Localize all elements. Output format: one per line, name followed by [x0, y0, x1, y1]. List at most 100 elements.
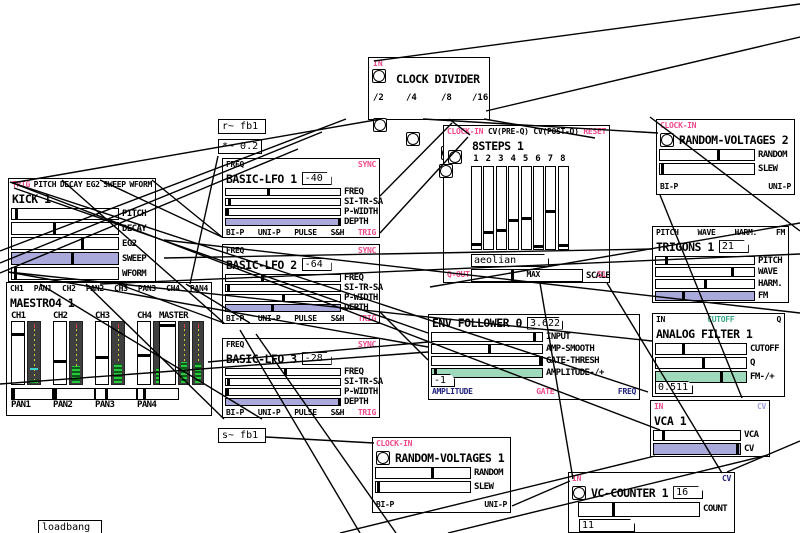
basic-lfo-2-slider-si-tr-sa[interactable]	[225, 283, 341, 292]
trigons-1-slider-knob[interactable]	[704, 280, 707, 289]
basic-lfo-1-slider-knob[interactable]	[267, 188, 271, 195]
kick-1-slider-knob[interactable]	[71, 253, 75, 265]
analog-filter-1-slider-knob[interactable]	[719, 371, 723, 382]
random-voltages-1-slider-knob[interactable]	[376, 481, 380, 492]
8steps-1-reset-bang-button[interactable]	[439, 163, 453, 178]
basic-lfo-3-slider-knob[interactable]	[227, 378, 231, 385]
random-voltages-1-slider-slew[interactable]	[375, 480, 471, 493]
maestro4-1-fader-ch4[interactable]	[137, 320, 151, 385]
random-voltages-2-slider-random[interactable]	[659, 148, 755, 161]
random-voltages-2-bang-button[interactable]	[660, 132, 674, 147]
basic-lfo-3-slider-knob[interactable]	[337, 398, 341, 405]
basic-lfo-2-slider-depth[interactable]	[225, 303, 341, 312]
analog-filter-1-slider-cutoff[interactable]	[655, 342, 747, 355]
maestro4-1-fader-knob[interactable]	[12, 332, 24, 336]
8steps-1-step-slider-2[interactable]	[483, 166, 495, 250]
8steps-1-step-slider-1[interactable]	[471, 166, 482, 250]
trigons-1-slider-knob[interactable]	[682, 292, 686, 300]
basic-lfo-3-slider-depth[interactable]	[225, 397, 341, 406]
8steps-1-step-slider-5[interactable]	[520, 166, 532, 250]
trigons-1-number-box[interactable]: 21	[719, 240, 749, 253]
maestro4-1-pan-knob[interactable]	[143, 388, 147, 399]
obj-send-fb1[interactable]: s~ fb1	[218, 428, 266, 443]
clock-divider-in-bang-button[interactable]	[372, 69, 386, 83]
basic-lfo-2-slider-knob[interactable]	[270, 304, 274, 311]
maestro4-1-pan-knob[interactable]	[11, 388, 15, 399]
basic-lfo-3[interactable]: FREQ SYNC BASIC-LFO 3 -28 FREQ SI-TR-SA P-WIDT…	[222, 338, 383, 418]
trigons-1-slider-pitch[interactable]	[655, 255, 755, 266]
vca-1-slider-knob[interactable]	[736, 444, 740, 454]
maestro4-1[interactable]: CH1 PAN1 CH2 PAN2 CH3 PAN3 CH4 PAN4 MAESTRO4 1 CH…	[6, 282, 212, 416]
8steps-1[interactable]: CLOCK-IN CV(PRE-Q) CV(POST-Q) RESET 8STEPS 1…	[439, 125, 611, 283]
env-follower-0-slider-gate-thresh[interactable]	[431, 356, 543, 366]
trigons-1-slider-fm[interactable]	[655, 291, 755, 301]
maestro4-1-fader-knob[interactable]	[160, 324, 175, 328]
trigons-1-slider-knob[interactable]	[731, 268, 735, 277]
clock-divider[interactable]: IN CLOCK DIVIDER/2/4/8/16	[368, 57, 490, 174]
clock-divider-division-bang-2[interactable]	[373, 118, 387, 132]
maestro4-1-fader-knob[interactable]	[96, 355, 108, 359]
basic-lfo-3-slider-knob[interactable]	[226, 388, 230, 395]
maestro4-1-pan-slider-3[interactable]	[95, 387, 137, 400]
8steps-1-step-slider-8[interactable]	[557, 166, 569, 250]
random-voltages-1-slider-knob[interactable]	[431, 467, 435, 478]
basic-lfo-1[interactable]: FREQ SYNC BASIC-LFO 1 -40 FREQ SI-TR-SA P-WIDT…	[222, 158, 383, 238]
analog-filter-1-slider-knob[interactable]	[701, 357, 705, 368]
vc-counter-1-count-knob[interactable]	[611, 502, 615, 516]
random-voltages-2[interactable]: CLOCK-IN RANDOM-VOLTAGES 2 RANDOM SLEW BI-P U…	[656, 119, 795, 195]
random-voltages-2-slider-knob[interactable]	[660, 163, 664, 174]
maestro4-1-pan-slider-1[interactable]	[11, 387, 53, 400]
kick-1-slider-pitch[interactable]	[11, 207, 119, 221]
basic-lfo-2-slider-knob[interactable]	[227, 284, 231, 291]
8steps-1-step-knob[interactable]	[534, 244, 543, 248]
8steps-1-step-slider-4[interactable]	[508, 166, 520, 250]
basic-lfo-3-slider-freq[interactable]	[225, 367, 341, 376]
maestro4-1-pan-knob[interactable]	[53, 388, 57, 399]
maestro4-1-fader-knob[interactable]	[54, 360, 66, 364]
maestro4-1-pan-knob[interactable]	[105, 388, 109, 399]
maestro4-1-fader-ch2[interactable]	[53, 320, 67, 385]
analog-filter-1-slider-fm-[interactable]	[655, 370, 747, 383]
8steps-1-clock-bang-button[interactable]	[448, 149, 462, 164]
vca-1-slider-knob[interactable]	[661, 430, 665, 441]
8steps-1-step-knob[interactable]	[496, 228, 506, 232]
kick-1-slider-knob[interactable]	[14, 268, 18, 279]
basic-lfo-2-slider-knob[interactable]	[282, 294, 285, 301]
basic-lfo-2-slider-freq[interactable]	[225, 273, 341, 282]
basic-lfo-1-slider-knob[interactable]	[226, 208, 230, 215]
random-voltages-1-slider-random[interactable]	[375, 466, 471, 479]
basic-lfo-1-number-box[interactable]: -40	[302, 172, 332, 185]
basic-lfo-1-slider-knob[interactable]	[337, 218, 341, 225]
trigons-1-slider-harm-[interactable]	[655, 279, 755, 290]
kick-1-slider-decay[interactable]	[11, 222, 119, 236]
analog-filter-1-value-box[interactable]: 0.511	[655, 381, 693, 394]
kick-1-slider-knob[interactable]	[15, 208, 19, 220]
basic-lfo-2-slider-knob[interactable]	[261, 274, 265, 281]
maestro4-1-fader-ch3[interactable]	[95, 320, 109, 385]
env-follower-0-slider-amp-smooth[interactable]	[431, 344, 543, 354]
basic-lfo-1-slider-depth[interactable]	[225, 217, 341, 226]
obj-multiply-0.2[interactable]: *~ 0.2	[218, 139, 263, 154]
env-follower-0[interactable]: ENV FOLLOWER 0 3.622 INPUT AMP-SMOOTH GATE-T…	[428, 314, 640, 400]
kick-1[interactable]: TRIG PITCH DECAY EG2 SWEEP WFORM KICK 1 PITCH DE…	[8, 178, 156, 282]
8steps-1-step-slider-3[interactable]	[495, 166, 507, 250]
maestro4-1-fader-knob[interactable]	[138, 353, 150, 357]
maestro4-1-fader-master[interactable]	[159, 320, 176, 385]
basic-lfo-2[interactable]: FREQ SYNC BASIC-LFO 2 -64 FREQ SI-TR-SA P-WIDT…	[222, 244, 383, 324]
env-follower-0-slider-knob[interactable]	[538, 357, 542, 365]
8steps-1-step-knob[interactable]	[472, 242, 481, 246]
maestro4-1-fader-ch1[interactable]	[11, 320, 25, 385]
analog-filter-1[interactable]: IN CUTOFF Q ANALOG FILTER 1 CUTOFF Q FM-/+ 0.51…	[652, 313, 785, 397]
random-voltages-2-slider-slew[interactable]	[659, 162, 755, 175]
analog-filter-1-slider-q[interactable]	[655, 356, 747, 369]
env-follower-0-slider-input[interactable]	[431, 332, 543, 342]
vc-counter-1-count-value-box[interactable]: 11	[579, 519, 635, 532]
8steps-1-step-knob[interactable]	[484, 230, 494, 234]
analog-filter-1-slider-knob[interactable]	[682, 343, 685, 354]
random-voltages-1[interactable]: CLOCK-IN RANDOM-VOLTAGES 1 RANDOM SLEW BI-P U…	[372, 437, 511, 513]
env-follower-0-slider-knob[interactable]	[488, 345, 492, 353]
vca-1[interactable]: IN CV VCA 1 VCA CV	[650, 400, 770, 457]
env-follower-0-slider-knob[interactable]	[533, 333, 537, 341]
basic-lfo-3-number-box[interactable]: -28	[302, 352, 332, 365]
basic-lfo-1-slider-knob[interactable]	[228, 198, 232, 205]
